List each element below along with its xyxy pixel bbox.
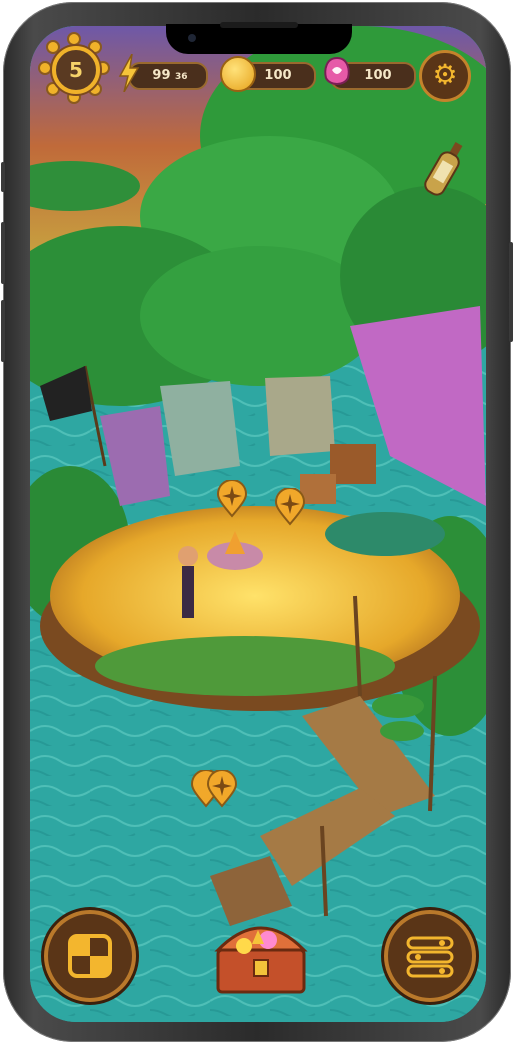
gems-value: 100 [364,68,392,83]
list-menu-icon [406,936,454,978]
energy-counter[interactable]: 99 36 [128,62,208,90]
phone-notch [166,22,352,54]
volume-down [1,300,5,362]
level-number: 5 [69,58,83,82]
message-bottle-button[interactable] [422,134,466,206]
energy-value: 99 [152,68,171,83]
power-button [509,242,513,342]
gear-icon: ⚙ [432,58,458,91]
quest-marker[interactable] [274,487,306,526]
island-scene[interactable] [30,26,486,1022]
energy-timer: 36 [175,72,188,82]
quest-marker[interactable] [216,479,248,518]
game-screen[interactable]: 5 99 36 100 100 ⚙ [30,26,486,1022]
board-grid-icon [68,934,112,978]
board-button[interactable] [44,910,136,1002]
quest-marker-double[interactable] [190,769,238,808]
shell-gem-icon [322,56,352,88]
level-badge[interactable]: 5 [38,32,110,104]
settings-button[interactable]: ⚙ [419,50,471,102]
lightning-icon [118,53,140,93]
treasure-chest-button[interactable] [208,910,314,996]
volume-up [1,222,5,284]
mute-switch [1,162,5,192]
message-bottle-icon [424,142,463,196]
treasure-chest-icon [214,926,308,994]
coin-icon [220,56,256,92]
menu-button[interactable] [384,910,476,1002]
